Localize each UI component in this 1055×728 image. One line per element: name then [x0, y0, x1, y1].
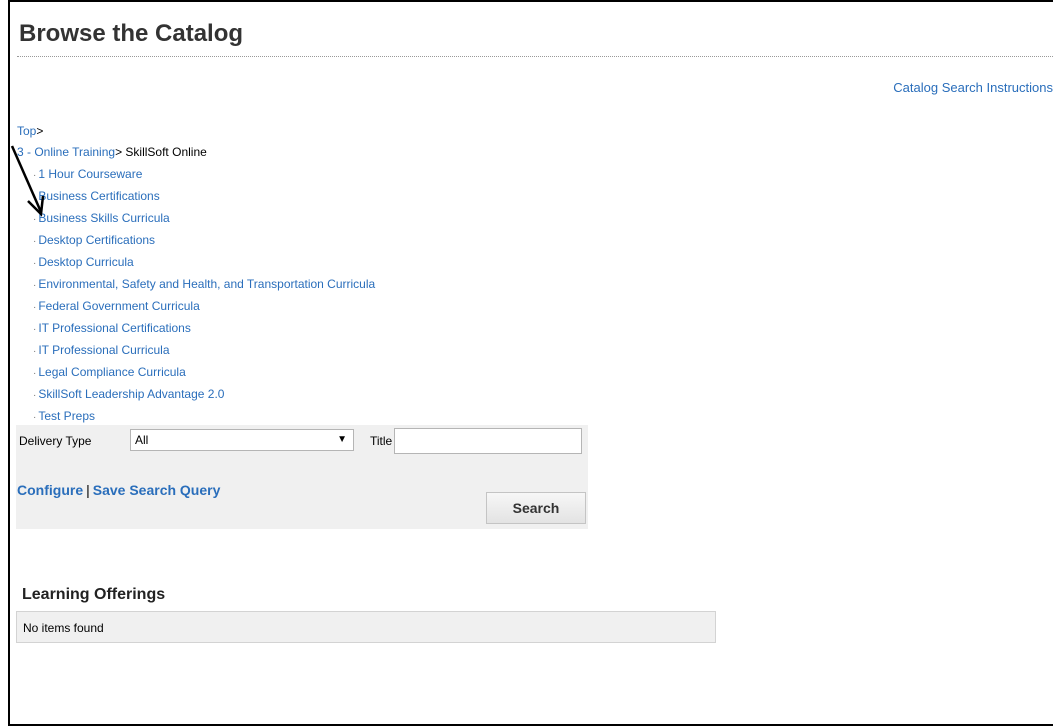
breadcrumb-separator: > [36, 124, 44, 138]
bullet-icon: · [33, 170, 37, 181]
configure-link[interactable]: Configure [17, 482, 83, 498]
save-search-query-link[interactable]: Save Search Query [93, 482, 221, 498]
delivery-type-value: All [135, 433, 149, 447]
learning-offerings-results: No items found [16, 611, 716, 643]
bullet-icon: · [33, 390, 37, 401]
category-item: · IT Professional Certifications [33, 320, 375, 342]
category-item: · Business Certifications [33, 188, 375, 210]
title-label: Title [370, 434, 393, 448]
category-link[interactable]: Desktop Certifications [38, 233, 155, 247]
category-item: · Legal Compliance Curricula [33, 364, 375, 386]
bullet-icon: · [33, 192, 37, 203]
category-link[interactable]: 1 Hour Courseware [38, 167, 142, 181]
breadcrumb-current-path: 3 - Online Training> SkillSoft Online [17, 145, 207, 159]
category-item: · SkillSoft Leadership Advantage 2.0 [33, 386, 375, 408]
search-actions: Configure | Save Search Query [17, 482, 220, 498]
catalog-search-instructions-link[interactable]: Catalog Search Instructions [893, 80, 1053, 95]
bullet-icon: · [33, 368, 37, 379]
breadcrumb-separator: > [115, 145, 123, 159]
category-list: · 1 Hour Courseware · Business Certificati… [33, 166, 375, 430]
category-item: · Desktop Curricula [33, 254, 375, 276]
bullet-icon: · [33, 236, 37, 247]
bullet-icon: · [33, 258, 37, 269]
breadcrumb-top-link[interactable]: Top [17, 124, 36, 138]
category-link[interactable]: Desktop Curricula [38, 255, 133, 269]
bullet-icon: · [33, 324, 37, 335]
category-item: · 1 Hour Courseware [33, 166, 375, 188]
search-panel: Delivery Type All ▼ Title Configure | Save… [16, 425, 588, 529]
bullet-icon: · [33, 280, 37, 291]
bullet-icon: · [33, 346, 37, 357]
page-title: Browse the Catalog [19, 20, 244, 47]
breadcrumb-current: SkillSoft Online [125, 145, 207, 159]
link-separator: | [86, 482, 90, 498]
category-link[interactable]: Test Preps [38, 409, 95, 423]
category-link[interactable]: IT Professional Curricula [38, 343, 169, 357]
category-link[interactable]: Legal Compliance Curricula [38, 365, 185, 379]
delivery-type-select[interactable]: All ▼ [130, 429, 354, 451]
delivery-type-label: Delivery Type [19, 434, 92, 448]
bullet-icon: · [33, 214, 37, 225]
category-item: · IT Professional Curricula [33, 342, 375, 364]
dropdown-arrow-icon: ▼ [337, 434, 347, 445]
category-link[interactable]: Federal Government Curricula [38, 299, 199, 313]
bullet-icon: · [33, 302, 37, 313]
empty-results-message: No items found [23, 621, 104, 635]
category-item: · Business Skills Curricula [33, 210, 375, 232]
learning-offerings-heading: Learning Offerings [22, 586, 166, 603]
search-button[interactable]: Search [486, 492, 586, 524]
bullet-icon: · [33, 412, 37, 423]
category-link[interactable]: IT Professional Certifications [38, 321, 191, 335]
category-link[interactable]: Business Skills Curricula [38, 211, 169, 225]
breadcrumb-parent-link[interactable]: 3 - Online Training [17, 145, 115, 159]
title-input[interactable] [394, 428, 582, 454]
category-link[interactable]: Environmental, Safety and Health, and Tr… [38, 277, 375, 291]
category-link[interactable]: Business Certifications [38, 189, 159, 203]
category-item: · Federal Government Curricula [33, 298, 375, 320]
category-item: · Desktop Certifications [33, 232, 375, 254]
title-divider [17, 56, 1053, 57]
category-item: · Environmental, Safety and Health, and T… [33, 276, 375, 298]
category-link[interactable]: SkillSoft Leadership Advantage 2.0 [38, 387, 224, 401]
breadcrumb-top: Top> [17, 124, 43, 138]
